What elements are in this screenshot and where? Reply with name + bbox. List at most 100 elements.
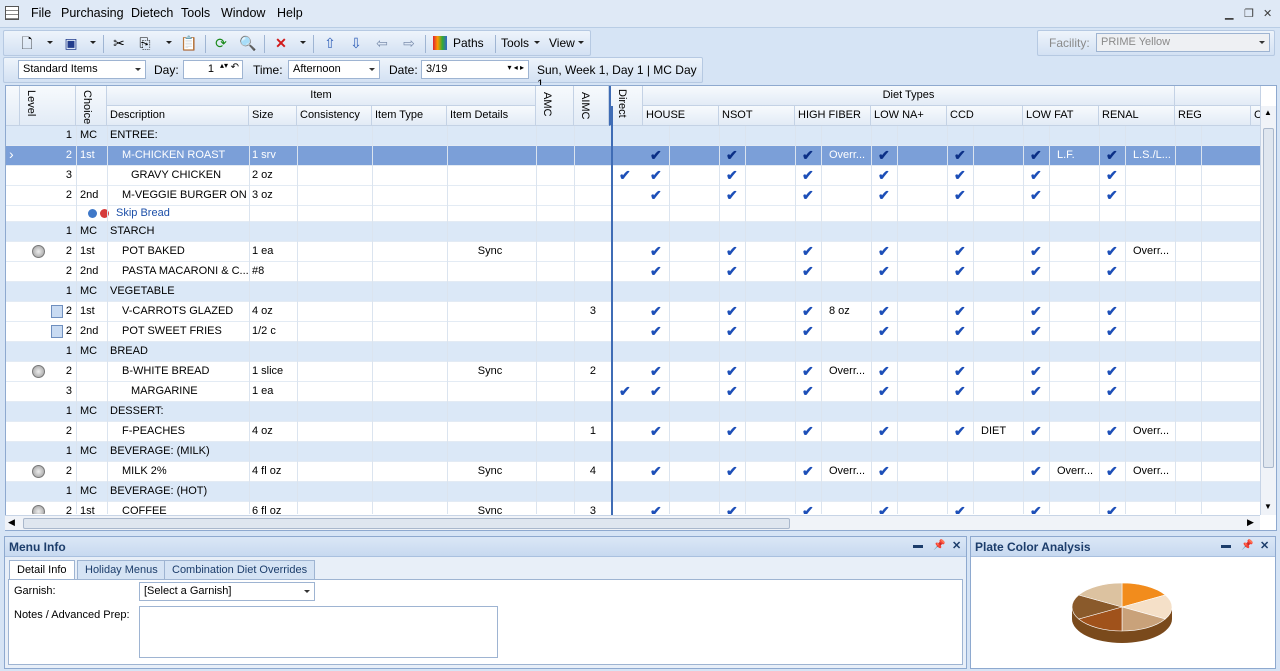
day-stepper[interactable]: 1 ▴▾ ↶ bbox=[183, 60, 243, 79]
col-aimc[interactable]: AIMC bbox=[574, 86, 609, 126]
diet-check-icon[interactable]: ✔ bbox=[802, 504, 816, 514]
tab-detail-info[interactable]: Detail Info bbox=[9, 560, 75, 580]
col-diet-high-fiber[interactable]: HIGH FIBER bbox=[795, 106, 871, 126]
menu-window[interactable]: Window bbox=[221, 6, 265, 20]
diet-check-icon[interactable]: ✔ bbox=[1030, 324, 1044, 338]
direct-check-icon[interactable]: ✔ bbox=[619, 384, 635, 398]
diet-check-icon[interactable]: ✔ bbox=[726, 384, 740, 398]
diet-check-icon[interactable]: ✔ bbox=[650, 504, 664, 514]
diet-check-icon[interactable]: ✔ bbox=[726, 504, 740, 514]
diet-check-icon[interactable]: ✔ bbox=[650, 424, 664, 438]
table-row[interactable]: 1 MC DESSERT: bbox=[6, 402, 1261, 422]
diet-check-icon[interactable]: ✔ bbox=[650, 244, 664, 258]
move-left-icon[interactable]: ⇦ bbox=[373, 35, 391, 51]
paths-icon[interactable] bbox=[433, 36, 447, 50]
close-icon[interactable]: ✕ bbox=[1263, 7, 1272, 20]
diet-check-icon[interactable]: ✔ bbox=[878, 264, 892, 278]
diet-check-icon[interactable]: ✔ bbox=[878, 304, 892, 318]
table-row[interactable]: 1 MC BEVERAGE: (HOT) bbox=[6, 482, 1261, 502]
diet-check-icon[interactable]: ✔ bbox=[1030, 304, 1044, 318]
diet-check-icon[interactable]: ✔ bbox=[802, 384, 816, 398]
diet-check-icon[interactable]: ✔ bbox=[1030, 264, 1044, 278]
diet-check-icon[interactable]: ✔ bbox=[954, 304, 968, 318]
diet-check-icon[interactable]: ✔ bbox=[878, 244, 892, 258]
col-size[interactable]: Size bbox=[249, 106, 297, 126]
diet-check-icon[interactable]: ✔ bbox=[802, 324, 816, 338]
diet-check-icon[interactable]: ✔ bbox=[878, 168, 892, 182]
diet-check-icon[interactable]: ✔ bbox=[1106, 244, 1120, 258]
diet-check-icon[interactable]: ✔ bbox=[726, 148, 740, 162]
save-icon[interactable]: ▣ bbox=[62, 35, 80, 51]
diet-check-icon[interactable]: ✔ bbox=[954, 244, 968, 258]
diet-check-icon[interactable]: ✔ bbox=[1106, 188, 1120, 202]
col-diet-renal[interactable]: RENAL bbox=[1099, 106, 1175, 126]
diet-check-icon[interactable]: ✔ bbox=[726, 464, 740, 478]
diet-check-icon[interactable]: ✔ bbox=[1030, 188, 1044, 202]
diet-check-icon[interactable]: ✔ bbox=[726, 264, 740, 278]
diet-check-icon[interactable]: ✔ bbox=[650, 304, 664, 318]
col-consistency[interactable]: Consistency bbox=[297, 106, 372, 126]
note-row[interactable]: Skip Bread bbox=[6, 206, 1261, 222]
tab-combination-diet-overrides[interactable]: Combination Diet Overrides bbox=[164, 560, 316, 580]
diet-check-icon[interactable]: ✔ bbox=[878, 464, 892, 478]
diet-check-icon[interactable]: ✔ bbox=[1030, 464, 1044, 478]
diet-check-icon[interactable]: ✔ bbox=[954, 364, 968, 378]
panel-menu-icon[interactable]: ▬ bbox=[1221, 540, 1231, 551]
diet-check-icon[interactable]: ✔ bbox=[1106, 464, 1120, 478]
table-row[interactable]: 2 1st POT BAKED 1 ea Sync ✔ ✔ ✔ ✔ ✔ ✔ ✔ Overr... bbox=[6, 242, 1261, 262]
diet-check-icon[interactable]: ✔ bbox=[1106, 504, 1120, 514]
table-row[interactable]: 2 1st COFFEE 6 fl oz Sync 3 ✔ ✔ ✔ ✔ ✔ ✔ ✔ bbox=[6, 502, 1261, 514]
diet-check-icon[interactable]: ✔ bbox=[802, 304, 816, 318]
table-row[interactable]: 1 MC VEGETABLE bbox=[6, 282, 1261, 302]
time-select[interactable]: Afternoon bbox=[288, 60, 380, 79]
garnish-select[interactable]: [Select a Garnish] bbox=[139, 582, 315, 601]
paste-icon[interactable]: 📋 bbox=[180, 35, 198, 51]
menu-purchasing[interactable]: Purchasing bbox=[61, 6, 124, 20]
diet-check-icon[interactable]: ✔ bbox=[726, 244, 740, 258]
move-up-icon[interactable]: ⇧ bbox=[321, 35, 339, 51]
col-diet-nsot[interactable]: NSOT bbox=[719, 106, 795, 126]
direct-check-icon[interactable]: ✔ bbox=[619, 168, 635, 182]
paths-button[interactable]: Paths bbox=[453, 36, 484, 50]
date-picker[interactable]: 3/19 ▾ ◂ ▸ bbox=[421, 60, 529, 79]
diet-check-icon[interactable]: ✔ bbox=[878, 384, 892, 398]
col-description[interactable]: Description bbox=[107, 106, 249, 126]
table-row[interactable]: › 2 1st M-CHICKEN ROAST 1 srv ✔ ✔ ✔ Overr... ✔ ✔ ✔ L… bbox=[6, 146, 1261, 166]
diet-check-icon[interactable]: ✔ bbox=[954, 504, 968, 514]
grid-vertical-scrollbar[interactable]: ▲ ▼ bbox=[1260, 106, 1276, 515]
diet-check-icon[interactable]: ✔ bbox=[878, 324, 892, 338]
diet-check-icon[interactable]: ✔ bbox=[802, 168, 816, 182]
col-direct[interactable]: Direct bbox=[609, 86, 643, 126]
table-row[interactable]: 1 MC BREAD bbox=[6, 342, 1261, 362]
diet-check-icon[interactable]: ✔ bbox=[1030, 168, 1044, 182]
col-level[interactable]: Level bbox=[20, 86, 76, 126]
cut-icon[interactable]: ✂ bbox=[110, 35, 128, 51]
table-row[interactable]: 1 MC BEVERAGE: (MILK) bbox=[6, 442, 1261, 462]
diet-check-icon[interactable]: ✔ bbox=[1030, 364, 1044, 378]
grid-horizontal-scrollbar[interactable]: ◀ ▶ bbox=[5, 515, 1260, 530]
table-row[interactable]: 1 MC ENTREE: bbox=[6, 126, 1261, 146]
diet-check-icon[interactable]: ✔ bbox=[954, 148, 968, 162]
diet-check-icon[interactable]: ✔ bbox=[1030, 424, 1044, 438]
refresh-icon[interactable]: ⟳ bbox=[212, 35, 230, 51]
diet-check-icon[interactable]: ✔ bbox=[650, 324, 664, 338]
diet-check-icon[interactable]: ✔ bbox=[954, 424, 968, 438]
table-row[interactable]: 1 MC STARCH bbox=[6, 222, 1261, 242]
move-down-icon[interactable]: ⇩ bbox=[347, 35, 365, 51]
diet-check-icon[interactable]: ✔ bbox=[802, 424, 816, 438]
diet-check-icon[interactable]: ✔ bbox=[650, 148, 664, 162]
diet-check-icon[interactable]: ✔ bbox=[726, 324, 740, 338]
row-selector-icon[interactable]: › bbox=[9, 146, 19, 162]
panel-close-icon[interactable]: ✕ bbox=[952, 539, 961, 552]
menu-dietech[interactable]: Dietech bbox=[131, 6, 173, 20]
table-row[interactable]: 3 GRAVY CHICKEN 2 oz ✔ ✔ ✔ ✔ ✔ ✔ ✔ ✔ bbox=[6, 166, 1261, 186]
menu-file[interactable]: File bbox=[31, 6, 51, 20]
tools-menu-button[interactable]: Tools bbox=[501, 36, 529, 50]
tab-holiday-menus[interactable]: Holiday Menus bbox=[77, 560, 166, 580]
diet-check-icon[interactable]: ✔ bbox=[878, 424, 892, 438]
table-row[interactable]: 2 F-PEACHES 4 oz 1 ✔ ✔ ✔ ✔ ✔ DIET ✔ ✔ Overr... bbox=[6, 422, 1261, 442]
diet-check-icon[interactable]: ✔ bbox=[802, 464, 816, 478]
move-right-icon[interactable]: ⇨ bbox=[400, 35, 418, 51]
pin-icon[interactable]: 📌 bbox=[933, 540, 945, 551]
panel-menu-icon[interactable]: ▬ bbox=[913, 540, 923, 551]
